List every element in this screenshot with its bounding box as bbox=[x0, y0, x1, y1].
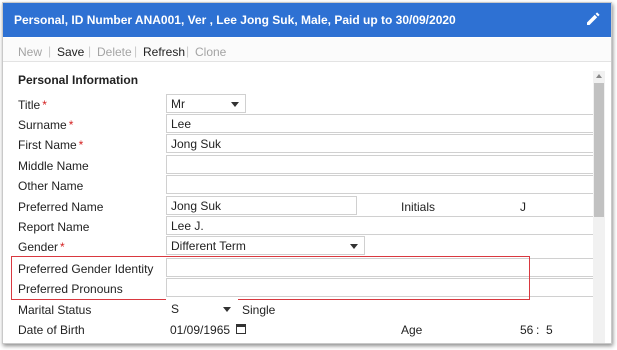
clone-button[interactable]: Clone bbox=[195, 45, 226, 59]
surname-label: Surname * bbox=[18, 118, 74, 132]
form-content: Personal Information Title * Mr Surname * … bbox=[3, 63, 611, 343]
save-button[interactable]: Save bbox=[57, 45, 84, 59]
age-separator: : bbox=[536, 323, 540, 337]
toolbar-separator: | bbox=[48, 44, 52, 58]
marital-status-label: Marital Status bbox=[18, 303, 92, 317]
other-name-field[interactable] bbox=[166, 175, 598, 194]
scrollbar-thumb[interactable] bbox=[594, 83, 604, 217]
title-select[interactable]: Mr bbox=[166, 94, 246, 113]
other-name-label: Other Name bbox=[18, 179, 84, 193]
required-marker: * bbox=[68, 118, 74, 132]
chevron-down-icon bbox=[350, 244, 358, 249]
preferred-pronouns-label: Preferred Pronouns bbox=[18, 282, 123, 296]
action-toolbar: New | Save | Delete | Refresh | Clone bbox=[3, 38, 611, 62]
preferred-name-label: Preferred Name bbox=[18, 200, 104, 214]
scroll-up-arrow-icon[interactable] bbox=[596, 74, 602, 78]
age-years: 56 bbox=[520, 323, 534, 337]
section-title: Personal Information bbox=[18, 73, 139, 87]
record-header: Personal, ID Number ANA001, Ver , Lee Jo… bbox=[3, 3, 611, 37]
middle-name-field[interactable] bbox=[166, 155, 598, 174]
first-name-field[interactable]: Jong Suk bbox=[166, 134, 598, 153]
title-label: Title * bbox=[18, 98, 47, 112]
gender-select[interactable]: Different Term bbox=[166, 236, 365, 255]
pencil-icon[interactable] bbox=[585, 11, 601, 27]
delete-button[interactable]: Delete bbox=[97, 45, 132, 59]
marital-status-select[interactable]: S bbox=[166, 299, 238, 318]
first-name-label: First Name * bbox=[18, 138, 84, 152]
marital-status-description: Single bbox=[242, 303, 276, 317]
date-of-birth-field[interactable]: 01/09/1965 bbox=[170, 323, 230, 337]
preferred-name-field[interactable]: Jong Suk bbox=[166, 196, 357, 215]
record-title: Personal, ID Number ANA001, Ver , Lee Jo… bbox=[14, 13, 456, 27]
required-marker: * bbox=[78, 138, 84, 152]
toolbar-separator: | bbox=[88, 44, 92, 58]
new-button[interactable]: New bbox=[18, 45, 42, 59]
preferred-pronouns-field[interactable] bbox=[166, 278, 598, 297]
chevron-down-icon bbox=[231, 102, 239, 107]
age-label: Age bbox=[401, 323, 423, 337]
surname-field[interactable]: Lee bbox=[166, 114, 598, 133]
report-name-label: Report Name bbox=[18, 220, 90, 234]
gender-label: Gender * bbox=[18, 240, 65, 254]
age-months: 5 bbox=[546, 323, 553, 337]
report-name-field[interactable]: Lee J. bbox=[166, 216, 598, 235]
toolbar-separator: | bbox=[134, 44, 138, 58]
calendar-icon[interactable] bbox=[236, 324, 246, 334]
date-of-birth-label: Date of Birth bbox=[18, 323, 85, 337]
refresh-button[interactable]: Refresh bbox=[143, 45, 185, 59]
preferred-gender-identity-label: Preferred Gender Identity bbox=[18, 262, 154, 276]
required-marker: * bbox=[42, 98, 47, 112]
vertical-scrollbar[interactable] bbox=[593, 71, 605, 343]
preferred-gender-identity-field[interactable] bbox=[166, 258, 598, 277]
initials-label: Initials bbox=[401, 200, 436, 214]
middle-name-label: Middle Name bbox=[18, 159, 89, 173]
chevron-down-icon bbox=[223, 307, 231, 312]
toolbar-separator: | bbox=[186, 44, 190, 58]
initials-value: J bbox=[520, 200, 526, 214]
personal-record-window: Personal, ID Number ANA001, Ver , Lee Jo… bbox=[2, 2, 612, 344]
required-marker: * bbox=[60, 240, 65, 254]
